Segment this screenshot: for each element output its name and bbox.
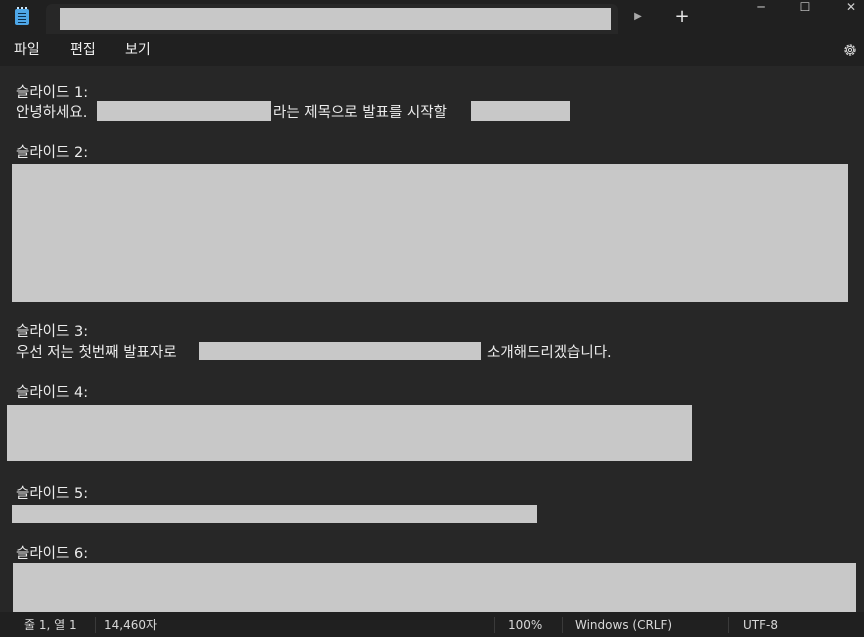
slide5-heading: 슬라이드 5: (16, 486, 89, 502)
tab-scroll-icon[interactable]: ▶ (628, 8, 648, 26)
maximize-button[interactable]: ☐ (782, 0, 828, 14)
slide6-heading: 슬라이드 6: (16, 546, 89, 562)
character-count: 14,460자 (104, 618, 158, 632)
document-tab[interactable] (46, 4, 618, 34)
notepad-icon (15, 7, 29, 25)
slide3-text-b: 소개해드리겠습니다. (487, 345, 612, 361)
encoding[interactable]: UTF-8 (743, 617, 778, 633)
redacted-block (13, 563, 856, 612)
slide1-text-a: 안녕하세요. (16, 105, 88, 121)
menu-edit[interactable]: 편집 (70, 41, 96, 59)
line-ending[interactable]: Windows (CRLF) (575, 617, 672, 633)
close-button[interactable]: ✕ (828, 0, 864, 14)
new-tab-button[interactable]: + (670, 6, 694, 28)
status-divider (728, 617, 729, 633)
cursor-position: 줄 1, 열 1 (24, 618, 77, 632)
slide1-heading: 슬라이드 1: (16, 85, 89, 101)
status-divider (95, 617, 96, 633)
redacted-text (199, 342, 481, 360)
slide3-heading: 슬라이드 3: (16, 324, 89, 340)
redacted-text (97, 101, 271, 121)
menu-bar: 파일 편집 보기 (0, 34, 864, 66)
redacted-text (471, 101, 570, 121)
status-bar: 줄 1, 열 1 14,460자 100% Windows (CRLF) UTF… (0, 612, 864, 637)
tab-title-redacted (60, 8, 611, 30)
zoom-level[interactable]: 100% (508, 617, 542, 633)
slide1-text-b: 라는 제목으로 발표를 시작할 (273, 105, 447, 121)
slide2-heading: 슬라이드 2: (16, 145, 89, 161)
text-editor[interactable]: 슬라이드 1: 안녕하세요. 라는 제목으로 발표를 시작할 슬라이드 2: 슬… (0, 66, 864, 612)
menu-file[interactable]: 파일 (14, 41, 40, 59)
status-divider (494, 617, 495, 633)
minimize-button[interactable]: ─ (738, 0, 784, 14)
notepad-window: ▶ + ─ ☐ ✕ 파일 편집 보기 슬라이드 1: 안녕하세요. 라는 제목으… (0, 0, 864, 637)
menu-view[interactable]: 보기 (125, 41, 151, 59)
gear-icon[interactable] (842, 42, 858, 58)
redacted-block (7, 405, 692, 461)
status-divider (562, 617, 563, 633)
redacted-block (12, 164, 848, 302)
redacted-block (12, 505, 537, 523)
title-bar: ▶ + ─ ☐ ✕ (0, 0, 864, 34)
slide4-heading: 슬라이드 4: (16, 385, 89, 401)
slide3-text-a: 우선 저는 첫번째 발표자로 (16, 345, 177, 361)
